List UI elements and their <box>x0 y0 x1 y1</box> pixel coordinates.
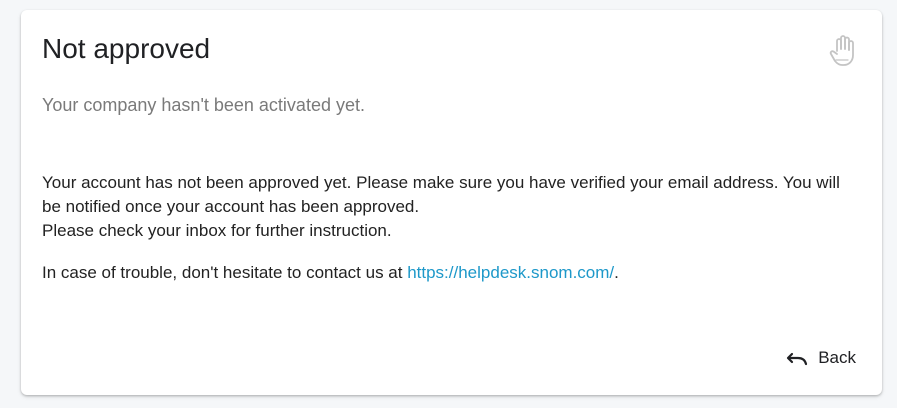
message-line-1: Your account has not been approved yet. … <box>42 173 840 216</box>
hand-stop-icon <box>828 34 858 68</box>
not-approved-card: Not approved Your company hasn't been ac… <box>21 10 882 395</box>
undo-arrow-icon <box>786 350 808 366</box>
page-title: Not approved <box>42 33 211 64</box>
back-button[interactable]: Back <box>784 346 858 370</box>
subtitle: Your company hasn't been activated yet. <box>42 95 365 115</box>
trouble-suffix: . <box>614 263 619 282</box>
message-body: Your account has not been approved yet. … <box>42 171 857 285</box>
trouble-text: In case of trouble, don't hesitate to co… <box>42 263 408 282</box>
trouble-paragraph: In case of trouble, don't hesitate to co… <box>42 261 857 285</box>
helpdesk-link[interactable]: https://helpdesk.snom.com/ <box>407 263 614 282</box>
back-label: Back <box>818 348 856 367</box>
message-line-2: Please check your inbox for further inst… <box>42 221 392 240</box>
